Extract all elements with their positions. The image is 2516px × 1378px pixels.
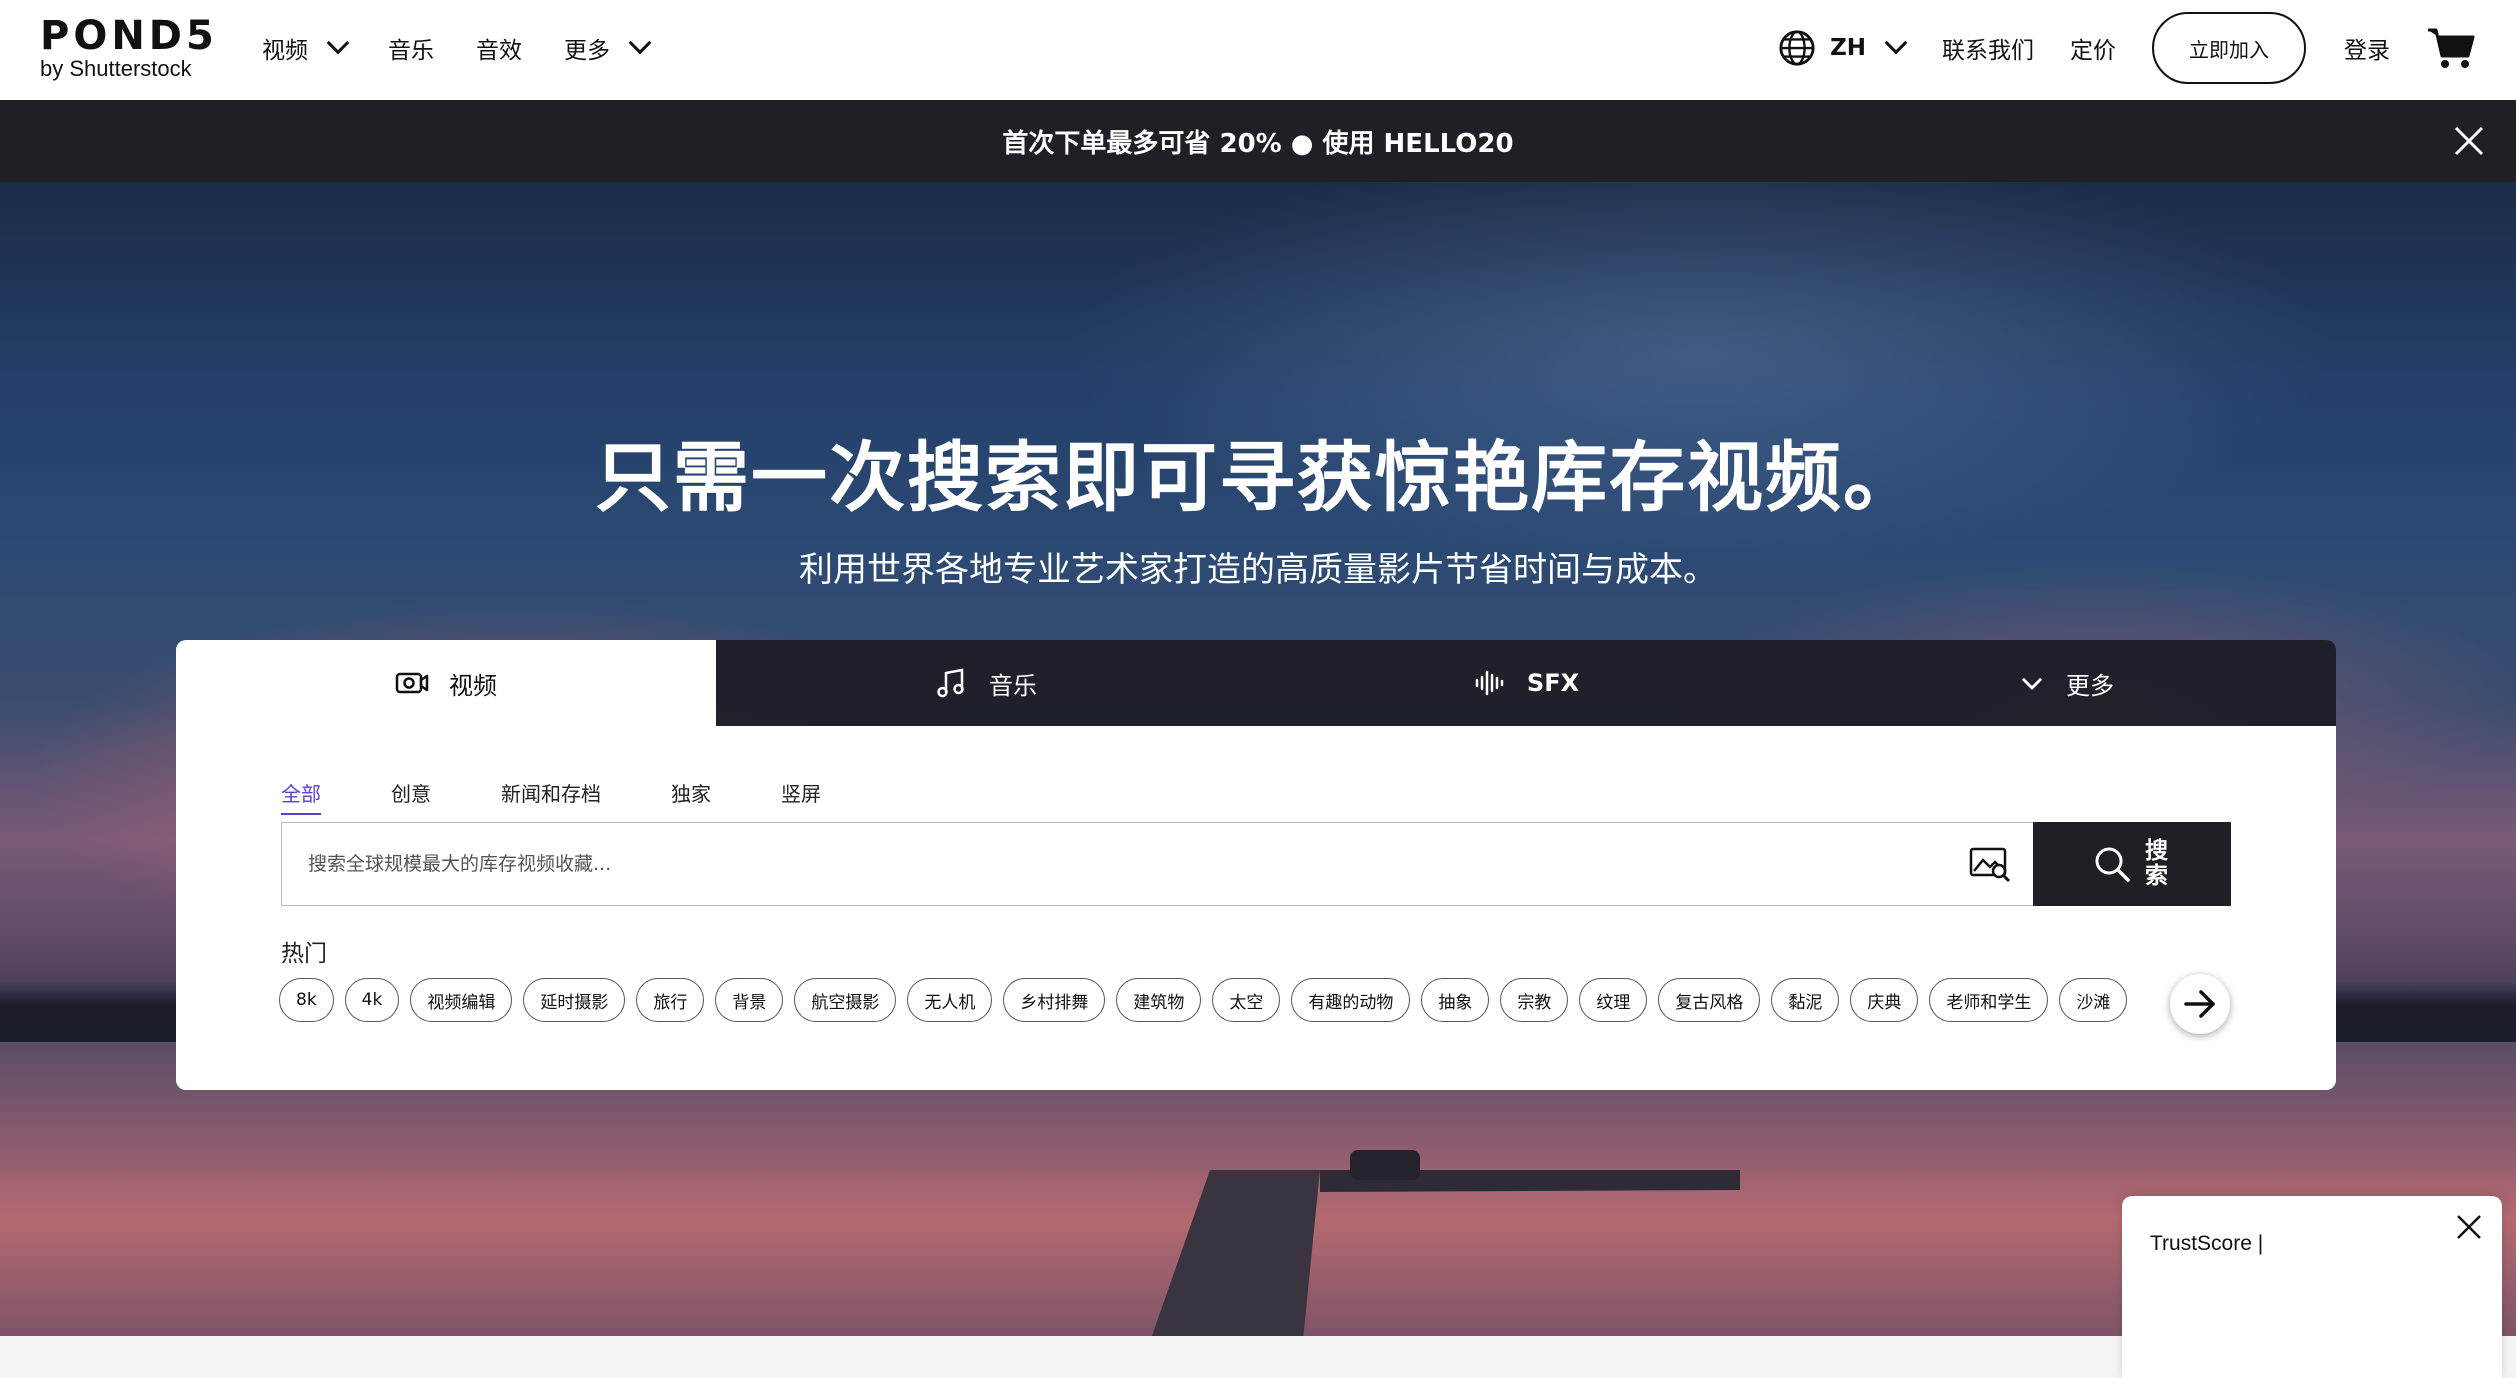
video-camera-icon <box>395 672 429 694</box>
popular-chip[interactable]: 抽象 <box>1421 978 1490 1022</box>
popular-chip[interactable]: 乡村排舞 <box>1003 978 1106 1022</box>
trustscore-label: TrustScore | <box>2150 1232 2264 1255</box>
sound-wave-icon <box>1475 670 1504 696</box>
promo-text: 首次下单最多可省 20% ● 使用 HELLO20 <box>1002 128 1514 159</box>
popular-chip[interactable]: 无人机 <box>907 978 993 1022</box>
search-panel: 全部 创意 新闻和存档 独家 竖屏 搜索全球规模最大的库存视频收藏... 搜索 … <box>176 726 2336 1090</box>
search-input[interactable] <box>308 853 1808 875</box>
join-now-button[interactable]: 立即加入 <box>2152 12 2306 84</box>
promo-banner: 首次下单最多可省 20% ● 使用 HELLO20 <box>0 100 2516 182</box>
nav-video-menu[interactable]: 视频 <box>262 28 350 68</box>
nav-sfx-label: 音效 <box>476 38 522 64</box>
chevron-down-icon <box>1884 31 1908 55</box>
popular-chip[interactable]: 太空 <box>1212 978 1281 1022</box>
search-filter-tabs: 全部 创意 新闻和存档 独家 竖屏 <box>281 778 891 815</box>
tab-more[interactable]: 更多 <box>1796 640 2336 726</box>
nav-sfx-link[interactable]: 音效 <box>476 28 522 68</box>
logo-brand: POND5 <box>40 13 218 59</box>
search-button-label: 搜索 <box>2145 838 2168 889</box>
popular-chip[interactable]: 航空摄影 <box>794 978 897 1022</box>
popular-chip[interactable]: 复古风格 <box>1658 978 1761 1022</box>
popular-chip[interactable]: 延时摄影 <box>523 978 626 1022</box>
popular-searches-list: 8k 4k 视频编辑 延时摄影 旅行 背景 航空摄影 无人机 乡村排舞 建筑物 … <box>279 978 2138 1022</box>
search-card: 视频 音乐 SFX 更多 全部 创意 新闻和存档 独家 竖屏 搜索全球规模最大的… <box>176 640 2336 1090</box>
tab-sfx-label: SFX <box>1526 669 1580 697</box>
logo-tagline: by Shutterstock <box>40 56 192 81</box>
popular-chip[interactable]: 宗教 <box>1500 978 1569 1022</box>
globe-icon <box>1779 30 1815 66</box>
nav-more-menu[interactable]: 更多 <box>564 28 652 68</box>
search-button[interactable]: 搜索 <box>2033 822 2231 906</box>
popular-chip[interactable]: 背景 <box>715 978 784 1022</box>
search-field <box>281 822 2033 906</box>
popular-chip[interactable]: 老师和学生 <box>1929 978 2049 1022</box>
language-selector[interactable]: ZH <box>1778 29 1908 67</box>
nav-actions: ZH 联系我们 定价 立即加入 登录 <box>1778 12 2476 84</box>
popular-chip[interactable]: 纹理 <box>1579 978 1648 1022</box>
tab-video[interactable]: 视频 <box>176 640 716 726</box>
contact-link[interactable]: 联系我们 <box>1942 31 2034 65</box>
popular-chip[interactable]: 8k <box>279 978 334 1022</box>
popular-chip[interactable]: 旅行 <box>636 978 705 1022</box>
filter-vertical[interactable]: 竖屏 <box>781 778 821 815</box>
shopping-cart-icon[interactable] <box>2426 26 2476 70</box>
hero-subtitle: 利用世界各地专业艺术家打造的高质量影片节省时间与成本。 <box>799 550 1717 590</box>
main-menu: 视频 音乐 音效 更多 <box>262 28 690 68</box>
login-link[interactable]: 登录 <box>2344 31 2390 65</box>
chevron-down-icon <box>2021 677 2043 690</box>
chevron-down-icon <box>628 31 652 55</box>
top-nav: POND5 by Shutterstock 视频 音乐 音效 更多 ZH 联系我… <box>0 0 2516 100</box>
pricing-link[interactable]: 定价 <box>2070 31 2116 65</box>
popular-chip[interactable]: 有趣的动物 <box>1291 978 1411 1022</box>
popular-chip[interactable]: 建筑物 <box>1116 978 1202 1022</box>
filter-editorial[interactable]: 新闻和存档 <box>501 778 601 815</box>
search-icon <box>2095 847 2130 882</box>
tab-music[interactable]: 音乐 <box>716 640 1256 726</box>
pond5-logo[interactable]: POND5 by Shutterstock <box>40 14 218 82</box>
tab-sfx[interactable]: SFX <box>1256 640 1796 726</box>
popular-chip[interactable]: 庆典 <box>1850 978 1919 1022</box>
arrow-right-icon <box>2184 990 2215 1018</box>
popular-chip[interactable]: 沙滩 <box>2059 978 2128 1022</box>
nav-more-label: 更多 <box>564 38 610 64</box>
nav-video-label: 视频 <box>262 38 308 64</box>
chips-scroll-next-button[interactable] <box>2170 974 2230 1034</box>
filter-exclusive[interactable]: 独家 <box>671 778 711 815</box>
language-code: ZH <box>1830 35 1866 61</box>
filter-creative[interactable]: 创意 <box>391 778 431 815</box>
close-icon[interactable] <box>2454 1212 2484 1242</box>
media-tabs: 视频 音乐 SFX 更多 <box>176 640 2336 726</box>
filter-all[interactable]: 全部 <box>281 778 321 815</box>
music-note-icon <box>937 668 964 698</box>
close-icon[interactable] <box>2452 124 2486 158</box>
popular-chip[interactable]: 视频编辑 <box>410 978 513 1022</box>
dock-image <box>1151 1150 1740 1336</box>
chevron-down-icon <box>326 31 350 55</box>
popular-chip[interactable]: 黏泥 <box>1771 978 1840 1022</box>
hero-title: 只需一次搜索即可寻获惊艳库存视频。 <box>595 433 1921 522</box>
popular-chip[interactable]: 4k <box>344 978 400 1022</box>
search-bar: 搜索 <box>281 822 2231 906</box>
tab-video-label: 视频 <box>449 671 497 700</box>
tab-more-label: 更多 <box>2066 671 2114 700</box>
popular-searches-label: 热门 <box>281 941 327 967</box>
trustscore-widget: TrustScore | <box>2122 1196 2502 1378</box>
nav-music-label: 音乐 <box>388 38 434 64</box>
image-search-icon[interactable] <box>1969 845 2011 883</box>
nav-music-link[interactable]: 音乐 <box>388 28 434 68</box>
tab-music-label: 音乐 <box>989 671 1037 700</box>
